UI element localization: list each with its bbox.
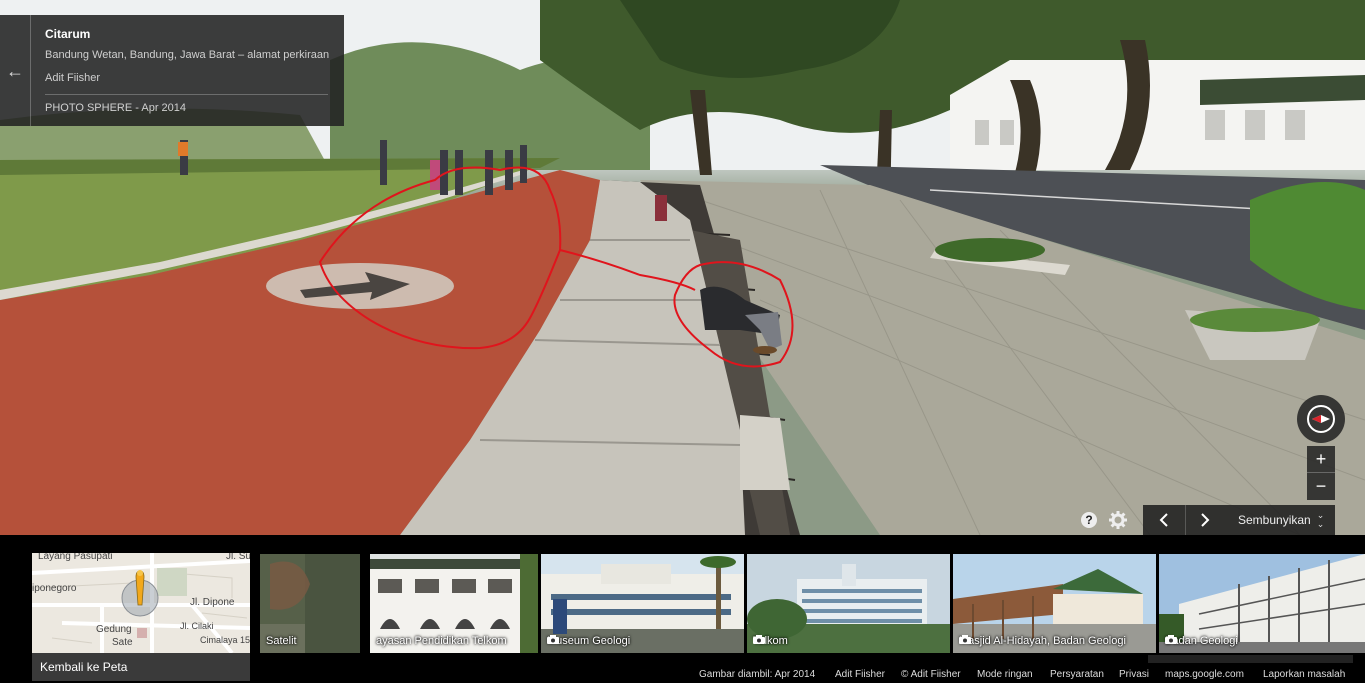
camera-icon [547,635,559,644]
tile-label: Museum Geologi [547,635,631,647]
footer-scrollbar[interactable] [1148,655,1353,663]
map-label: Jl. Cilaki [180,621,214,631]
copyright-text: © Adit Fiisher [901,669,961,680]
filmstrip-tile-satellite[interactable]: Satelit [260,554,360,653]
double-chevron-down-icon: ⌄ ⌄ [1316,510,1325,529]
map-label: Jl. Dipone [190,597,235,608]
hide-filmstrip-button[interactable]: Sembunyikan ⌄ ⌄ [1231,505,1335,535]
gear-icon[interactable] [1109,511,1127,529]
camera-icon [959,635,971,644]
tile-label: Masjid Al-Hidayah, Badan Geologi [959,635,1126,647]
terms-link[interactable]: Persyaratan [1050,669,1104,680]
chevron-right-icon [1200,513,1209,527]
map-label: Sate [112,637,133,648]
place-info-card: ← Citarum Bandung Wetan, Bandung, Jawa B… [0,15,344,126]
tile-label: Badan Geologi [1165,635,1238,647]
tile-label: ayasan Pendidikan Telkom [376,635,507,647]
filmstrip-nav: Sembunyikan ⌄ ⌄ [1143,505,1335,535]
previous-button[interactable] [1145,505,1183,535]
help-icon[interactable]: ? [1080,511,1098,529]
place-title[interactable]: Citarum [45,27,90,41]
zoom-in-button[interactable]: + [1307,446,1335,473]
map-label: Cimalaya 15 [200,635,250,645]
filmstrip-tile-badan-geologi[interactable]: Badan Geologi [1159,554,1365,653]
filmstrip-tile-telkom[interactable]: Telkom [747,554,950,653]
filmstrip-tile-yayasan-telkom[interactable]: ayasan Pendidikan Telkom [370,554,538,653]
footer-author-link[interactable]: Adit Fiisher [835,669,885,680]
card-divider [45,94,328,95]
privacy-link[interactable]: Privasi [1119,669,1149,680]
chevron-left-icon [1159,513,1168,527]
filmstrip-tile-masjid-al-hidayah[interactable]: Masjid Al-Hidayah, Badan Geologi [953,554,1156,653]
camera-icon [1165,635,1177,644]
tile-label: Telkom [753,635,788,647]
place-address: Bandung Wetan, Bandung, Jawa Barat – ala… [45,49,330,61]
report-problem-link[interactable]: Laporkan masalah [1263,669,1345,680]
zoom-controls: + − [1307,446,1335,500]
tile-label: Satelit [266,635,297,647]
compass-icon [1307,405,1335,433]
capture-date: Gambar diambil: Apr 2014 [699,669,816,680]
map-label: iponegoro [32,583,77,594]
mini-map[interactable]: Layang Pasupati Jl. Su iponegoro Jl. Dip… [32,553,250,653]
footer: Gambar diambil: Apr 2014 Adit Fiisher © … [0,666,1365,683]
lite-mode-link[interactable]: Mode ringan [977,669,1033,680]
filmstrip-tile-museum-geologi[interactable]: Museum Geologi [541,554,744,653]
street-view-app: ← Citarum Bandung Wetan, Bandung, Jawa B… [0,0,1365,683]
map-label: Gedung [96,624,132,635]
zoom-out-button[interactable]: − [1307,473,1335,500]
camera-icon [753,635,765,644]
compass-button[interactable] [1297,395,1345,443]
next-button[interactable] [1185,505,1223,535]
hide-label: Sembunyikan [1238,513,1311,527]
map-label: Layang Pasupati [38,553,113,562]
domain-text: maps.google.com [1165,669,1244,680]
back-button[interactable]: ← [0,15,31,126]
map-label: Jl. Su [226,553,250,562]
svg-text:?: ? [1085,513,1092,527]
photo-author[interactable]: Adit Fiisher [45,72,100,84]
photo-date: PHOTO SPHERE - Apr 2014 [45,102,187,114]
arrow-left-icon: ← [6,60,24,81]
